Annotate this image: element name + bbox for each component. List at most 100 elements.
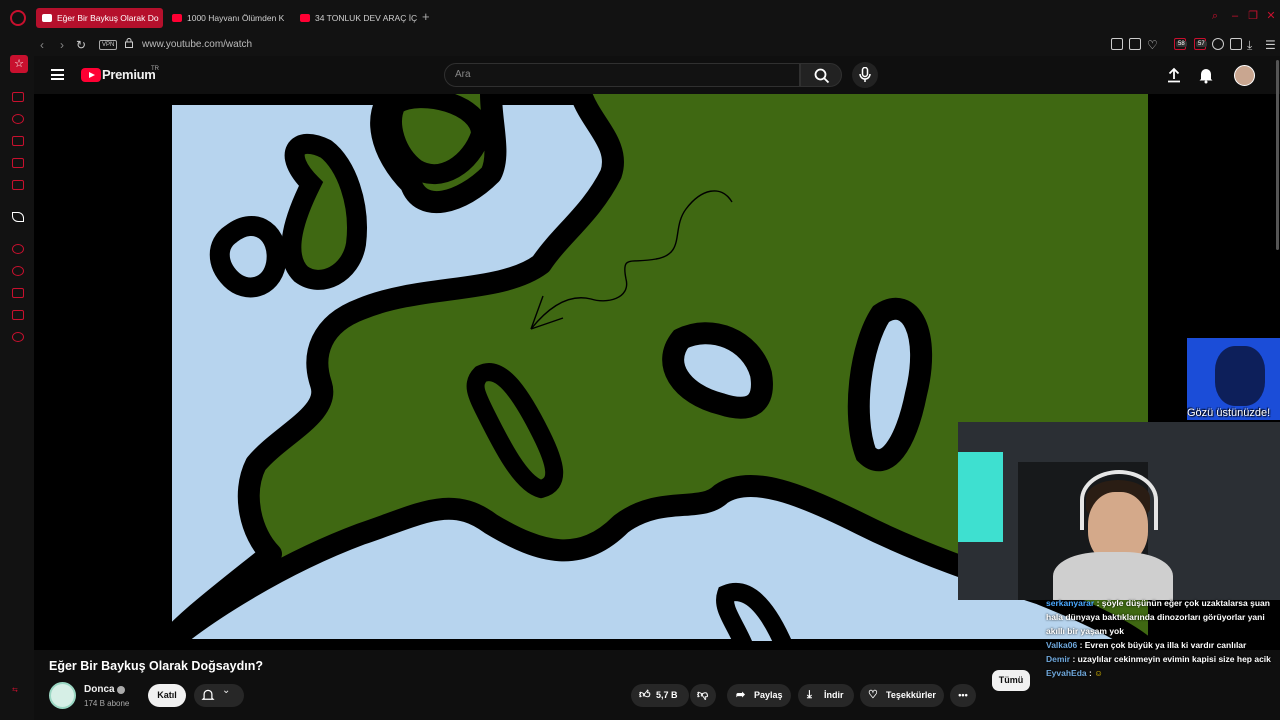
vpn-badge[interactable]: VPN <box>99 40 118 50</box>
tab-active[interactable]: Eğer Bir Baykuş Olarak Do <box>36 8 163 28</box>
heart-icon[interactable]: ♡ <box>1147 38 1158 52</box>
thumbs-down-icon: 👎︎ <box>697 689 709 701</box>
mail-icon[interactable] <box>12 180 24 190</box>
user-avatar[interactable] <box>1234 65 1255 86</box>
url-field[interactable]: www.youtube.com/watch <box>142 38 252 52</box>
lock-icon <box>125 38 133 48</box>
browser-sidebar: ☆ ⇆ <box>0 34 34 720</box>
messenger-icon[interactable] <box>12 92 24 102</box>
dislike-button[interactable]: 👎︎ <box>690 684 716 707</box>
favorites-heart-icon[interactable] <box>12 244 24 254</box>
youtube-logo-icon[interactable] <box>81 68 101 82</box>
tab-label: 34 TONLUK DEV ARAÇ İÇ <box>315 13 418 23</box>
search-tabs-icon[interactable]: ⌕ <box>1209 10 1221 22</box>
webcam-headset <box>1080 470 1158 530</box>
extensions-puzzle-icon[interactable] <box>1212 38 1224 50</box>
youtube-favicon-icon <box>300 14 310 22</box>
tab-label: Eğer Bir Baykuş Olarak Do <box>57 13 159 23</box>
chevron-down-icon: ⌄ <box>222 685 231 696</box>
emoji-icon: ☺ <box>1094 668 1103 678</box>
downloads-icon[interactable] <box>12 288 24 298</box>
tab-3[interactable]: 34 TONLUK DEV ARAÇ İÇ <box>294 8 421 28</box>
browser-tab-bar: Eğer Bir Baykuş Olarak Do 1000 Hayvanı Ö… <box>0 0 1280 34</box>
chat-text: uzaylılar cekinmeyin evimin kapisi size … <box>1077 654 1271 664</box>
thumbs-up-icon: 👍︎ <box>639 689 651 701</box>
refresh-icon[interactable] <box>12 114 24 124</box>
more-actions-button[interactable]: ••• <box>950 684 976 707</box>
page-scrollbar[interactable] <box>1276 60 1279 250</box>
subscriber-count: 174 B abone <box>84 699 130 708</box>
chat-username[interactable]: serkanyarar <box>1046 598 1094 608</box>
address-bar: ‹ › ↻ VPN www.youtube.com/watch ♡ 58 57 … <box>34 34 1280 56</box>
chip-all[interactable]: Tümü <box>992 670 1030 691</box>
share-button[interactable]: ➦ Paylaş <box>727 684 791 707</box>
youtube-favicon-icon <box>172 14 182 22</box>
download-icon[interactable]: ⤓ <box>1247 38 1252 52</box>
history-icon[interactable] <box>12 266 24 276</box>
easy-setup-icon[interactable] <box>1230 38 1242 50</box>
minimize-icon[interactable]: – <box>1229 10 1241 22</box>
hamburger-menu-icon[interactable] <box>51 69 64 80</box>
search-placeholder: Ara <box>455 69 471 80</box>
thanks-label: Teşekkürler <box>886 690 936 700</box>
tab-2[interactable]: 1000 Hayvanı Ölümden K <box>166 8 293 28</box>
search-input[interactable]: Ara <box>444 63 800 87</box>
forward-icon[interactable]: › <box>60 38 64 52</box>
back-icon[interactable]: ‹ <box>40 38 44 52</box>
download-label: İndir <box>824 690 844 700</box>
chat-username[interactable]: Valka06 <box>1046 640 1077 650</box>
chat-username[interactable]: Demir <box>1046 654 1070 664</box>
pocket-icon[interactable] <box>1129 38 1141 50</box>
tab-label: 1000 Hayvanı Ölümden K <box>187 13 285 23</box>
settings-gear-icon[interactable] <box>12 332 24 342</box>
share-label: Paylaş <box>754 690 783 700</box>
voice-search-button[interactable] <box>852 62 878 88</box>
speed-dial-star-icon[interactable]: ☆ <box>10 55 28 73</box>
search-button[interactable] <box>800 63 842 87</box>
new-tab-plus-icon[interactable]: + <box>422 10 430 24</box>
chat-username[interactable]: EyvahEda <box>1046 668 1087 678</box>
extension-badge: 58 <box>1176 41 1187 47</box>
overlay-caption: Gözü üstünüzde! <box>1187 407 1271 419</box>
share-arrow-icon: ➦ <box>736 689 746 701</box>
youtube-favicon-icon <box>42 14 52 22</box>
chat-message: Demir : uzaylılar cekinmeyin evimin kapi… <box>1046 654 1271 664</box>
video-title: Eğer Bir Baykuş Olarak Doğsaydın? <box>49 659 263 673</box>
menu-icon[interactable]: ☰ <box>1265 38 1276 52</box>
aria-icon[interactable] <box>12 212 24 222</box>
region-code: TR <box>151 66 159 72</box>
chat-icon[interactable] <box>12 158 24 168</box>
mic-icon <box>859 67 871 82</box>
subscription-bell-button[interactable]: ⌄ <box>194 684 244 707</box>
premium-wordmark[interactable]: Premium <box>102 67 156 82</box>
more-dots-icon: ••• <box>958 690 968 700</box>
download-button[interactable]: ⤓ İndir <box>798 684 854 707</box>
search-icon <box>814 68 830 84</box>
like-button[interactable]: 👍︎ 5,7 B <box>631 684 689 707</box>
webcam-shirt <box>1053 552 1173 600</box>
chat-message: serkanyarar : şöyle düşünün eğer çok uza… <box>1046 598 1270 636</box>
chat-message: Valka06 : Evren çok büyük ya illa ki var… <box>1046 640 1247 650</box>
maximize-icon[interactable]: ❐ <box>1247 10 1259 22</box>
chat-message: EyvahEda : ☺ <box>1046 668 1103 678</box>
youtube-header: Premium TR Ara <box>34 56 1280 94</box>
snapshot-icon[interactable] <box>1111 38 1123 50</box>
join-button[interactable]: Katıl <box>148 684 186 707</box>
thanks-button[interactable]: ♡ Teşekkürler <box>860 684 944 707</box>
live-chat-overlay: serkanyarar : şöyle düşünün eğer çok uza… <box>1046 596 1280 680</box>
extensions-icon[interactable] <box>12 310 24 320</box>
sidebar-more-icon[interactable]: ⇆ <box>12 686 24 696</box>
workspace-icon[interactable] <box>12 136 24 146</box>
like-count: 5,7 B <box>656 690 678 700</box>
reload-icon[interactable]: ↻ <box>76 38 86 52</box>
opera-logo-icon[interactable] <box>10 10 26 26</box>
super-thanks-icon: ♡ <box>868 689 878 701</box>
overlay-figure <box>1215 346 1265 406</box>
channel-name[interactable]: Donca <box>84 684 115 695</box>
channel-avatar[interactable] <box>49 682 76 709</box>
close-window-icon[interactable]: ✕ <box>1265 10 1277 22</box>
streamer-webcam <box>958 422 1280 600</box>
upload-icon[interactable] <box>1165 66 1183 84</box>
notifications-bell-icon[interactable] <box>1197 66 1215 84</box>
verified-check-icon <box>117 686 125 694</box>
